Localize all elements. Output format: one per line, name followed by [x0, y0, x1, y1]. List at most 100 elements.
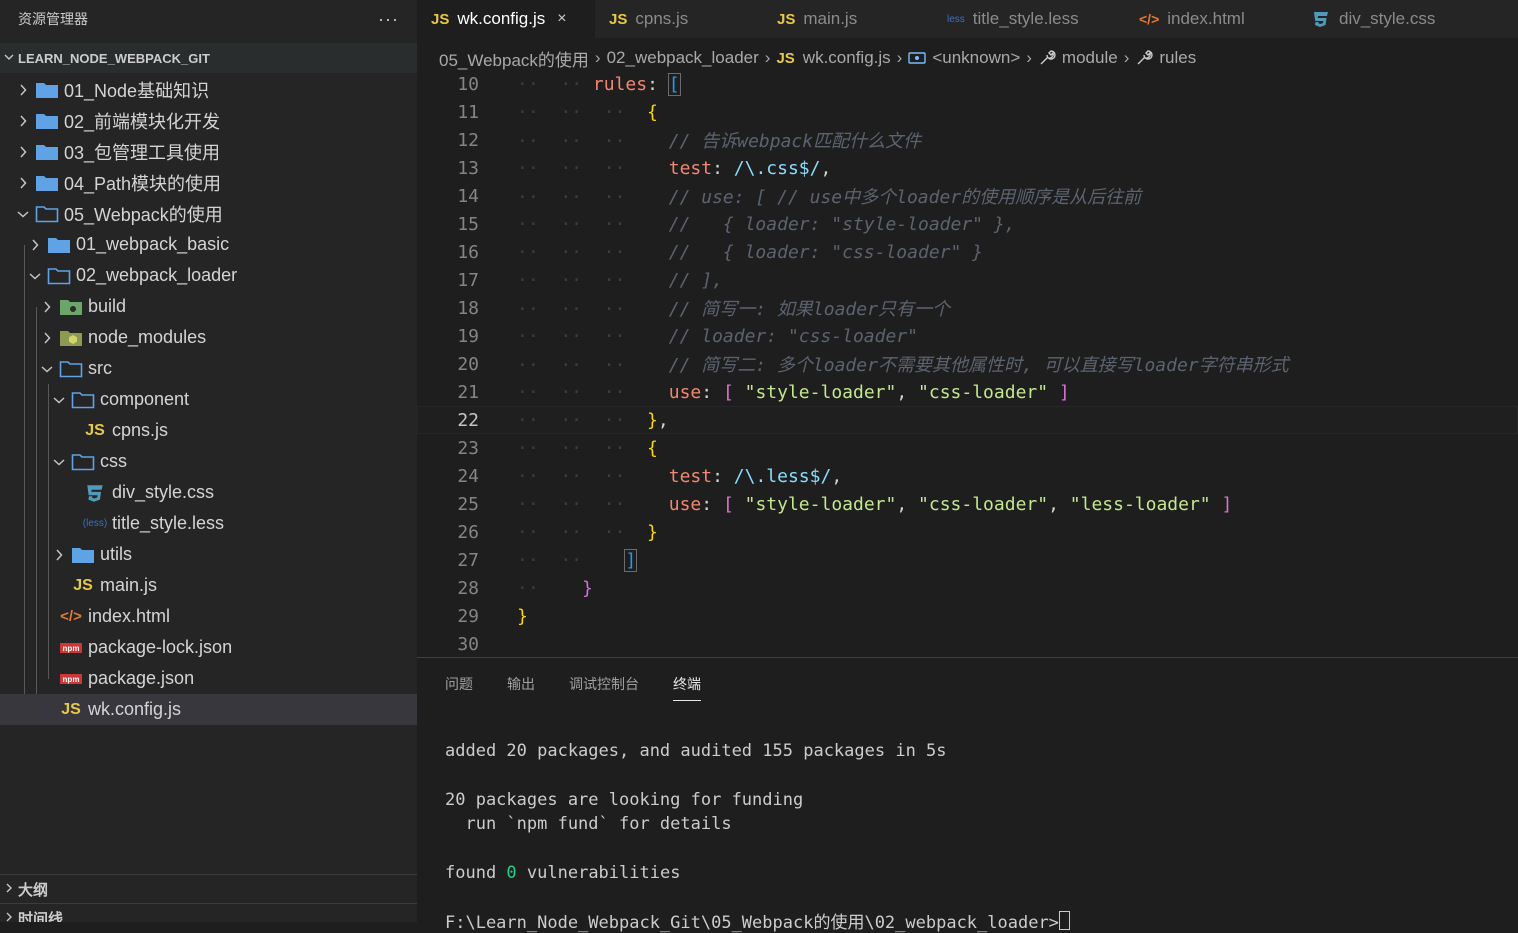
tree-item[interactable]: 05_Webpack的使用 — [0, 198, 417, 229]
variable-icon — [908, 51, 927, 65]
terminal-line: added 20 packages, and audited 155 packa… — [445, 741, 947, 761]
tree-item-label: 03_包管理工具使用 — [64, 142, 221, 163]
outline-label: 大纲 — [18, 881, 49, 899]
code-line: 29 } — [417, 602, 1518, 630]
tree-item-label: 01_webpack_basic — [76, 234, 230, 254]
tree-item[interactable]: div_style.css — [0, 477, 417, 508]
tree-item[interactable]: JS cpns.js — [0, 415, 417, 446]
line-number: 22 — [457, 409, 479, 431]
npm-icon: npm — [56, 673, 86, 684]
tab-div-style-css[interactable]: div_style.css — [1297, 0, 1487, 38]
breadcrumb-item[interactable]: 05_Webpack的使用 — [439, 46, 589, 71]
tree-item[interactable]: 04_Path模块的使用 — [0, 167, 417, 198]
tree-item[interactable]: npm package.json — [0, 663, 417, 694]
tree-item[interactable]: 01_webpack_basic — [0, 229, 417, 260]
tab-problems[interactable]: 问题 — [445, 674, 473, 701]
tree-item[interactable]: css — [0, 446, 417, 477]
js-icon: JS — [61, 700, 81, 718]
tree-item-label: cpns.js — [112, 420, 169, 440]
js-icon: JS — [776, 49, 795, 67]
tree-item[interactable]: 02_webpack_loader — [0, 260, 417, 291]
html-icon: </> — [60, 608, 82, 625]
chevron-down-icon — [0, 52, 18, 65]
tree-item[interactable]: 03_包管理工具使用 — [0, 136, 417, 167]
code-line: 28 ·· } — [417, 574, 1518, 602]
line-number: 24 — [457, 465, 479, 487]
less-icon: (less) — [82, 518, 108, 529]
breadcrumb-item[interactable]: rules — [1159, 48, 1196, 68]
chevron-down-icon — [14, 210, 32, 218]
tree-item[interactable]: 01_Node基础知识 — [0, 74, 417, 105]
less-icon: less — [947, 13, 965, 25]
tree-item[interactable]: src — [0, 353, 417, 384]
code-line: 21 ·· ·· ·· use: [ "style-loader", "css-… — [417, 378, 1518, 406]
tab-terminal[interactable]: 终端 — [673, 674, 701, 701]
tree-item[interactable]: npm package-lock.json — [0, 632, 417, 663]
folder-open-icon — [68, 453, 98, 471]
line-number: 20 — [457, 353, 479, 375]
tree-item[interactable]: utils — [0, 539, 417, 570]
line-number: 13 — [457, 157, 479, 179]
chevron-down-icon — [50, 458, 68, 466]
js-icon: JS — [431, 10, 450, 28]
tab-title-style-less[interactable]: less title_style.less — [933, 0, 1125, 38]
breadcrumb-item[interactable]: <unknown> — [932, 48, 1020, 68]
breadcrumb-item[interactable]: wk.config.js — [803, 48, 891, 68]
chevron-right-icon — [14, 83, 32, 96]
code-line: 25 ·· ·· ·· use: [ "style-loader", "css-… — [417, 490, 1518, 518]
build-folder-icon — [56, 298, 86, 316]
chevron-right-icon — [38, 300, 56, 313]
workspace-label: LEARN_NODE_WEBPACK_GIT — [18, 50, 210, 66]
tree-item[interactable]: 02_前端模块化开发 — [0, 105, 417, 136]
tree-item[interactable]: JS main.js — [0, 570, 417, 601]
chevron-right-icon — [14, 176, 32, 189]
more-actions-icon[interactable]: ··· — [378, 9, 399, 30]
workspace-root[interactable]: LEARN_NODE_WEBPACK_GIT — [0, 43, 417, 73]
code-line: 10 ·· ·· rules: [ — [417, 73, 1518, 98]
tree-item[interactable]: component — [0, 384, 417, 415]
tree-item[interactable]: (less) title_style.less — [0, 508, 417, 539]
folder-icon — [32, 112, 62, 130]
line-number: 15 — [457, 213, 479, 235]
tree-item[interactable]: </> index.html — [0, 601, 417, 632]
chevron-right-icon — [14, 145, 32, 158]
chevron-down-icon — [38, 365, 56, 373]
tree-item[interactable]: build — [0, 291, 417, 322]
folder-open-icon — [44, 267, 74, 285]
breadcrumb: 05_Webpack的使用 › 02_webpack_loader › JS w… — [417, 43, 1518, 73]
js-icon: JS — [609, 10, 628, 28]
tab-cpns-js[interactable]: JS cpns.js — [595, 0, 763, 38]
close-icon[interactable]: × — [557, 10, 566, 28]
tab-label: main.js — [803, 9, 858, 28]
line-number: 11 — [457, 101, 479, 123]
chevron-down-icon — [50, 396, 68, 404]
code-line: 13 ·· ·· ·· test: /\.css$/, — [417, 154, 1518, 182]
code-text: ·· ·· rules: [ — [517, 73, 681, 96]
svg-text:npm: npm — [63, 644, 80, 653]
line-number: 10 — [457, 73, 479, 95]
tab-main-js[interactable]: JS main.js — [763, 0, 933, 38]
breadcrumb-item[interactable]: 02_webpack_loader — [607, 48, 759, 68]
code-line: 19 ·· ·· ·· // loader: "css-loader" — [417, 322, 1518, 350]
tab-debug-console[interactable]: 调试控制台 — [569, 674, 639, 701]
tree-item-label: node_modules — [88, 327, 207, 347]
editor-tab-bar: JS wk.config.js × JS cpns.js JS main.js … — [417, 0, 1518, 38]
tree-item-label: package.json — [88, 668, 195, 688]
terminal-prompt[interactable]: F:\Learn_Node_Webpack_Git\05_Webpack的使用\… — [445, 908, 1070, 933]
folder-icon — [68, 546, 98, 564]
tree-item-label: div_style.css — [112, 482, 215, 502]
tree-item[interactable]: JS wk.config.js — [0, 694, 417, 725]
line-number: 27 — [457, 549, 479, 571]
tab-wk-config-js[interactable]: JS wk.config.js × — [417, 0, 595, 38]
tab-output[interactable]: 输出 — [507, 674, 535, 701]
code-line: 11 ·· ·· ·· { — [417, 98, 1518, 126]
code-editor[interactable]: 10 ·· ·· rules: [ 11 ·· ·· ·· { 12 ·· ··… — [417, 73, 1518, 657]
tree-item-label: build — [88, 296, 127, 316]
timeline-section[interactable]: 时间线 — [0, 903, 417, 922]
tree-item[interactable]: node_modules — [0, 322, 417, 353]
tree-item-label: utils — [100, 544, 133, 564]
outline-section[interactable]: 大纲 — [0, 874, 417, 903]
folder-icon — [44, 236, 74, 254]
tab-index-html[interactable]: </> index.html — [1125, 0, 1297, 38]
breadcrumb-item[interactable]: module — [1062, 48, 1118, 68]
